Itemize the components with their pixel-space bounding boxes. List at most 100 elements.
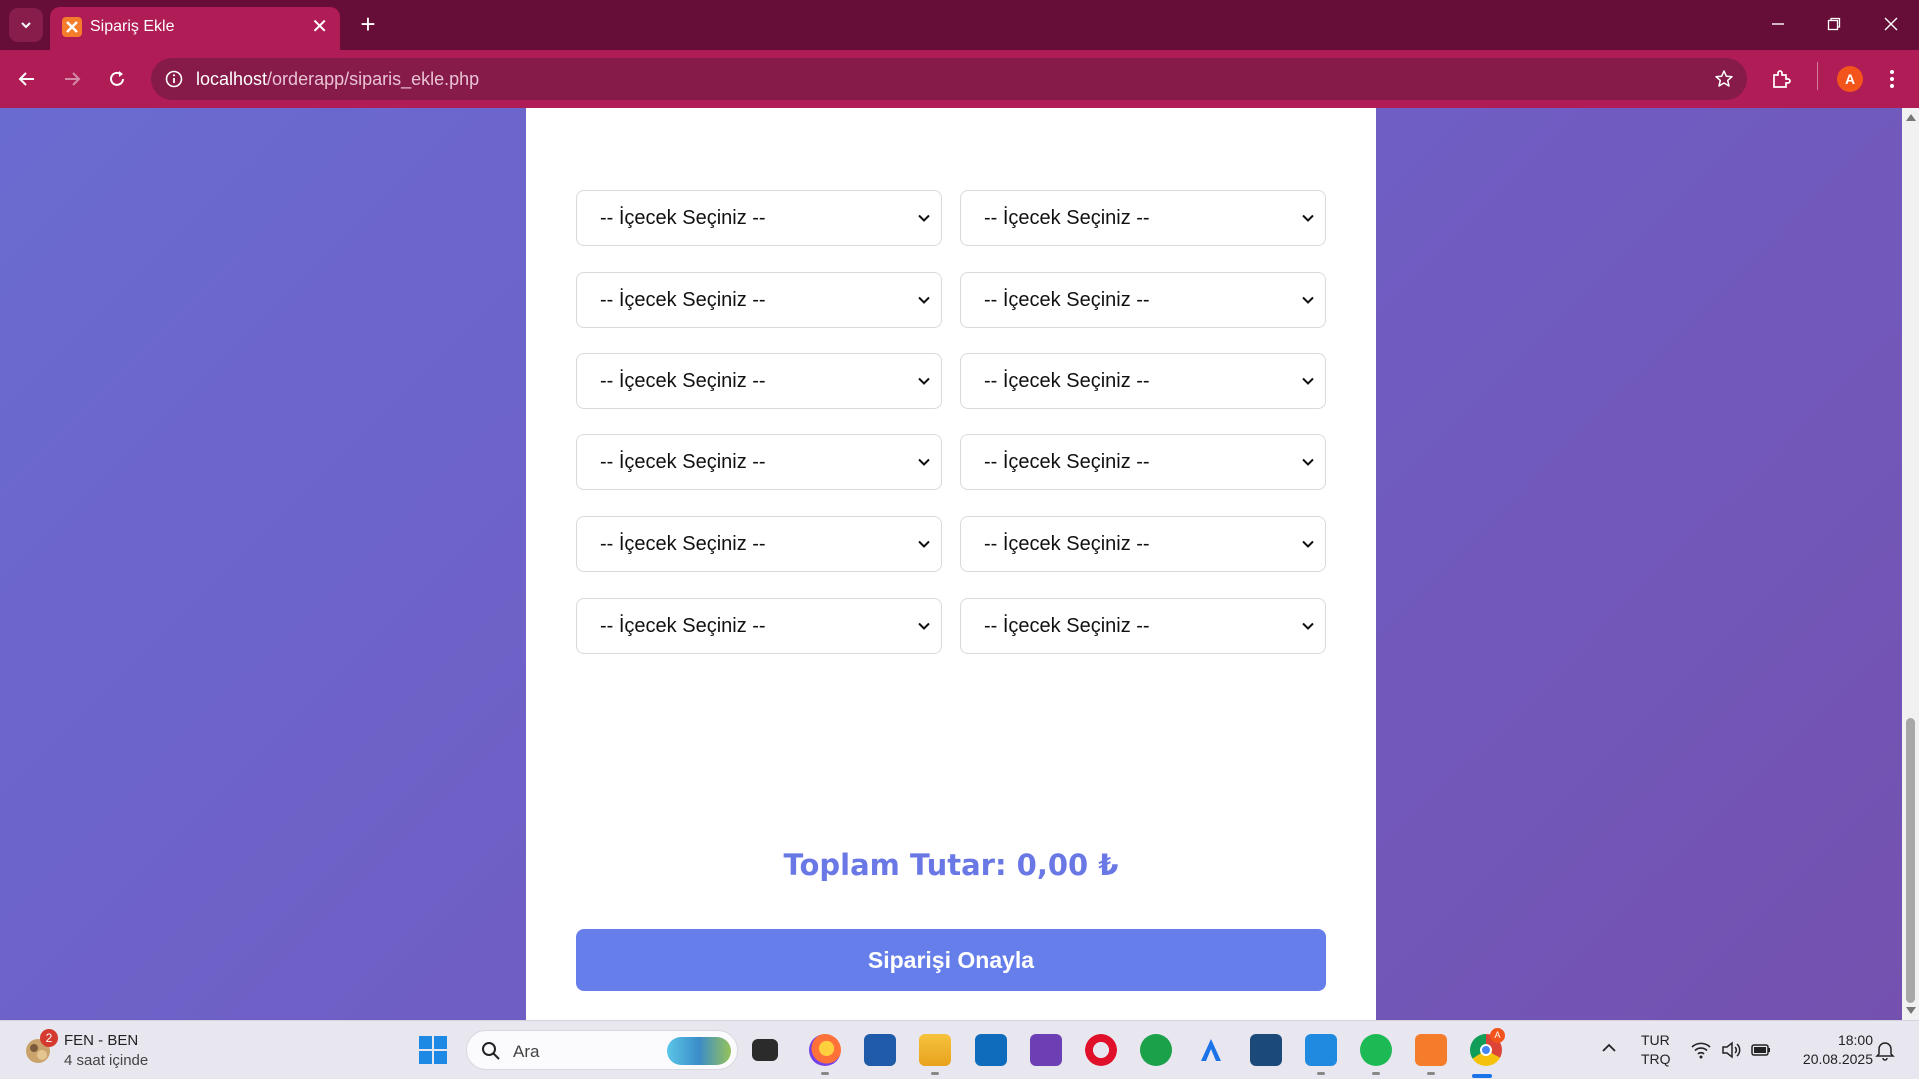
virtualbox-icon[interactable] [1250, 1034, 1282, 1066]
running-indicator [821, 1072, 829, 1075]
page-scrollbar[interactable] [1902, 108, 1919, 1020]
app-launcher-icon[interactable] [1195, 1034, 1227, 1066]
chevron-down-icon [918, 296, 930, 304]
chevron-down-icon [1302, 458, 1314, 466]
drink-select-placeholder: -- İçecek Seçiniz -- [600, 615, 766, 637]
close-window-button[interactable] [1871, 8, 1911, 40]
drink-select[interactable]: -- İçecek Seçiniz -- [576, 272, 942, 328]
wifi-icon[interactable] [1690, 1039, 1712, 1061]
drink-select[interactable]: -- İçecek Seçiniz -- [960, 272, 1326, 328]
drink-select[interactable]: -- İçecek Seçiniz -- [960, 516, 1326, 572]
drink-select[interactable]: -- İçecek Seçiniz -- [576, 434, 942, 490]
file-explorer-icon[interactable] [919, 1034, 951, 1066]
browser-menu-button[interactable] [1875, 62, 1909, 96]
chevron-up-icon[interactable] [1600, 1039, 1618, 1057]
search-icon [482, 1042, 500, 1060]
scrollbar-thumb[interactable] [1906, 718, 1915, 1003]
whatsapp-icon[interactable] [1140, 1034, 1172, 1066]
search-placeholder: Ara [513, 1042, 540, 1061]
drink-select[interactable]: -- İçecek Seçiniz -- [576, 516, 942, 572]
windows-taskbar: 2 FEN - BEN 4 saat içinde Ara A TUR TRQ [0, 1020, 1919, 1079]
drink-select[interactable]: -- İçecek Seçiniz -- [576, 190, 942, 246]
drink-select[interactable]: -- İçecek Seçiniz -- [960, 598, 1326, 654]
minimize-icon [1772, 23, 1784, 25]
running-indicator [1427, 1072, 1435, 1075]
site-info-icon[interactable] [161, 66, 187, 92]
windows-start-icon[interactable] [418, 1035, 448, 1065]
outlook-icon[interactable] [975, 1034, 1007, 1066]
browser-toolbar: localhost/orderapp/siparis_ekle.php [0, 50, 1919, 108]
address-bar[interactable]: localhost/orderapp/siparis_ekle.php [151, 58, 1747, 100]
xampp-icon[interactable] [1415, 1034, 1447, 1066]
more-vertical-icon [1890, 70, 1894, 88]
weather-title: FEN - BEN [64, 1032, 139, 1049]
new-tab-button[interactable]: + [352, 8, 384, 40]
total-amount: Toplam Tutar: 0,00 ₺ [783, 848, 1119, 882]
browser-tab-bar: Sipariş Ekle ✕ + [0, 0, 1919, 50]
drink-select-placeholder: -- İçecek Seçiniz -- [984, 615, 1150, 637]
forward-button[interactable] [55, 62, 89, 96]
order-form-card: Toplam Tutar: 0,00 ₺ Siparişi Onayla -- … [526, 108, 1376, 1020]
vscode-icon[interactable] [1305, 1034, 1337, 1066]
extensions-button[interactable] [1764, 62, 1798, 96]
chevron-down-icon [1302, 214, 1314, 222]
drink-select[interactable]: -- İçecek Seçiniz -- [576, 353, 942, 409]
close-tab-icon[interactable]: ✕ [311, 16, 328, 38]
restore-icon [1827, 17, 1841, 31]
chrome-profile-badge: A [1490, 1028, 1505, 1043]
chevron-down-icon [1302, 296, 1314, 304]
chevron-down-icon [918, 622, 930, 630]
drink-select-placeholder: -- İçecek Seçiniz -- [984, 370, 1150, 392]
drink-select-placeholder: -- İçecek Seçiniz -- [984, 533, 1150, 555]
back-button[interactable] [10, 62, 44, 96]
active-tab[interactable]: Sipariş Ekle ✕ [50, 7, 340, 50]
drink-select-placeholder: -- İçecek Seçiniz -- [984, 451, 1150, 473]
chevron-down-icon [1302, 377, 1314, 385]
visual-studio-icon[interactable] [1030, 1034, 1062, 1066]
microsoft-store-icon[interactable] [864, 1034, 896, 1066]
chevron-down-icon [918, 214, 930, 222]
xampp-favicon-icon [62, 17, 82, 37]
drink-select-placeholder: -- İçecek Seçiniz -- [600, 289, 766, 311]
active-app-indicator [1472, 1074, 1492, 1078]
reload-button[interactable] [100, 62, 134, 96]
drink-select-placeholder: -- İçecek Seçiniz -- [600, 451, 766, 473]
spotify-icon[interactable] [1360, 1034, 1392, 1066]
restore-button[interactable] [1814, 8, 1854, 40]
chevron-down-icon [1302, 622, 1314, 630]
puzzle-icon [1773, 70, 1791, 88]
profile-avatar[interactable]: A [1837, 66, 1863, 92]
input-language[interactable]: TUR TRQ [1641, 1031, 1671, 1069]
notification-badge: 2 [40, 1029, 58, 1047]
chevron-down-icon [918, 540, 930, 548]
taskbar-search[interactable]: Ara [466, 1030, 738, 1070]
confirm-order-button[interactable]: Siparişi Onayla [576, 929, 1326, 991]
drink-select[interactable]: -- İçecek Seçiniz -- [960, 190, 1326, 246]
drink-select[interactable]: -- İçecek Seçiniz -- [960, 353, 1326, 409]
url-text: localhost/orderapp/siparis_ekle.php [196, 69, 480, 89]
toolbar-divider [1817, 62, 1818, 90]
scroll-up-arrow-icon[interactable] [1906, 114, 1916, 121]
arrow-left-icon [18, 72, 34, 86]
drink-select[interactable]: -- İçecek Seçiniz -- [576, 598, 942, 654]
notification-bell-icon[interactable] [1874, 1039, 1896, 1061]
chevron-down-icon [918, 458, 930, 466]
system-clock[interactable]: 18:00 20.08.2025 [1793, 1031, 1873, 1069]
battery-icon[interactable] [1750, 1039, 1772, 1061]
arrow-right-icon [65, 72, 81, 86]
chevron-down-icon [918, 377, 930, 385]
volume-icon[interactable] [1720, 1039, 1742, 1061]
tab-search-button[interactable] [9, 8, 43, 42]
bookmark-star-icon[interactable] [1711, 66, 1737, 92]
drink-select-placeholder: -- İçecek Seçiniz -- [984, 289, 1150, 311]
running-indicator [1372, 1072, 1380, 1075]
minimize-button[interactable] [1758, 8, 1798, 40]
chrome-icon[interactable]: A [1470, 1028, 1505, 1066]
task-view-icon[interactable] [752, 1039, 778, 1061]
firefox-icon[interactable] [809, 1034, 841, 1066]
drink-select[interactable]: -- İçecek Seçiniz -- [960, 434, 1326, 490]
opera-icon[interactable] [1085, 1034, 1117, 1066]
scroll-down-arrow-icon[interactable] [1906, 1007, 1916, 1014]
drink-select-placeholder: -- İçecek Seçiniz -- [600, 533, 766, 555]
running-indicator [931, 1072, 939, 1075]
